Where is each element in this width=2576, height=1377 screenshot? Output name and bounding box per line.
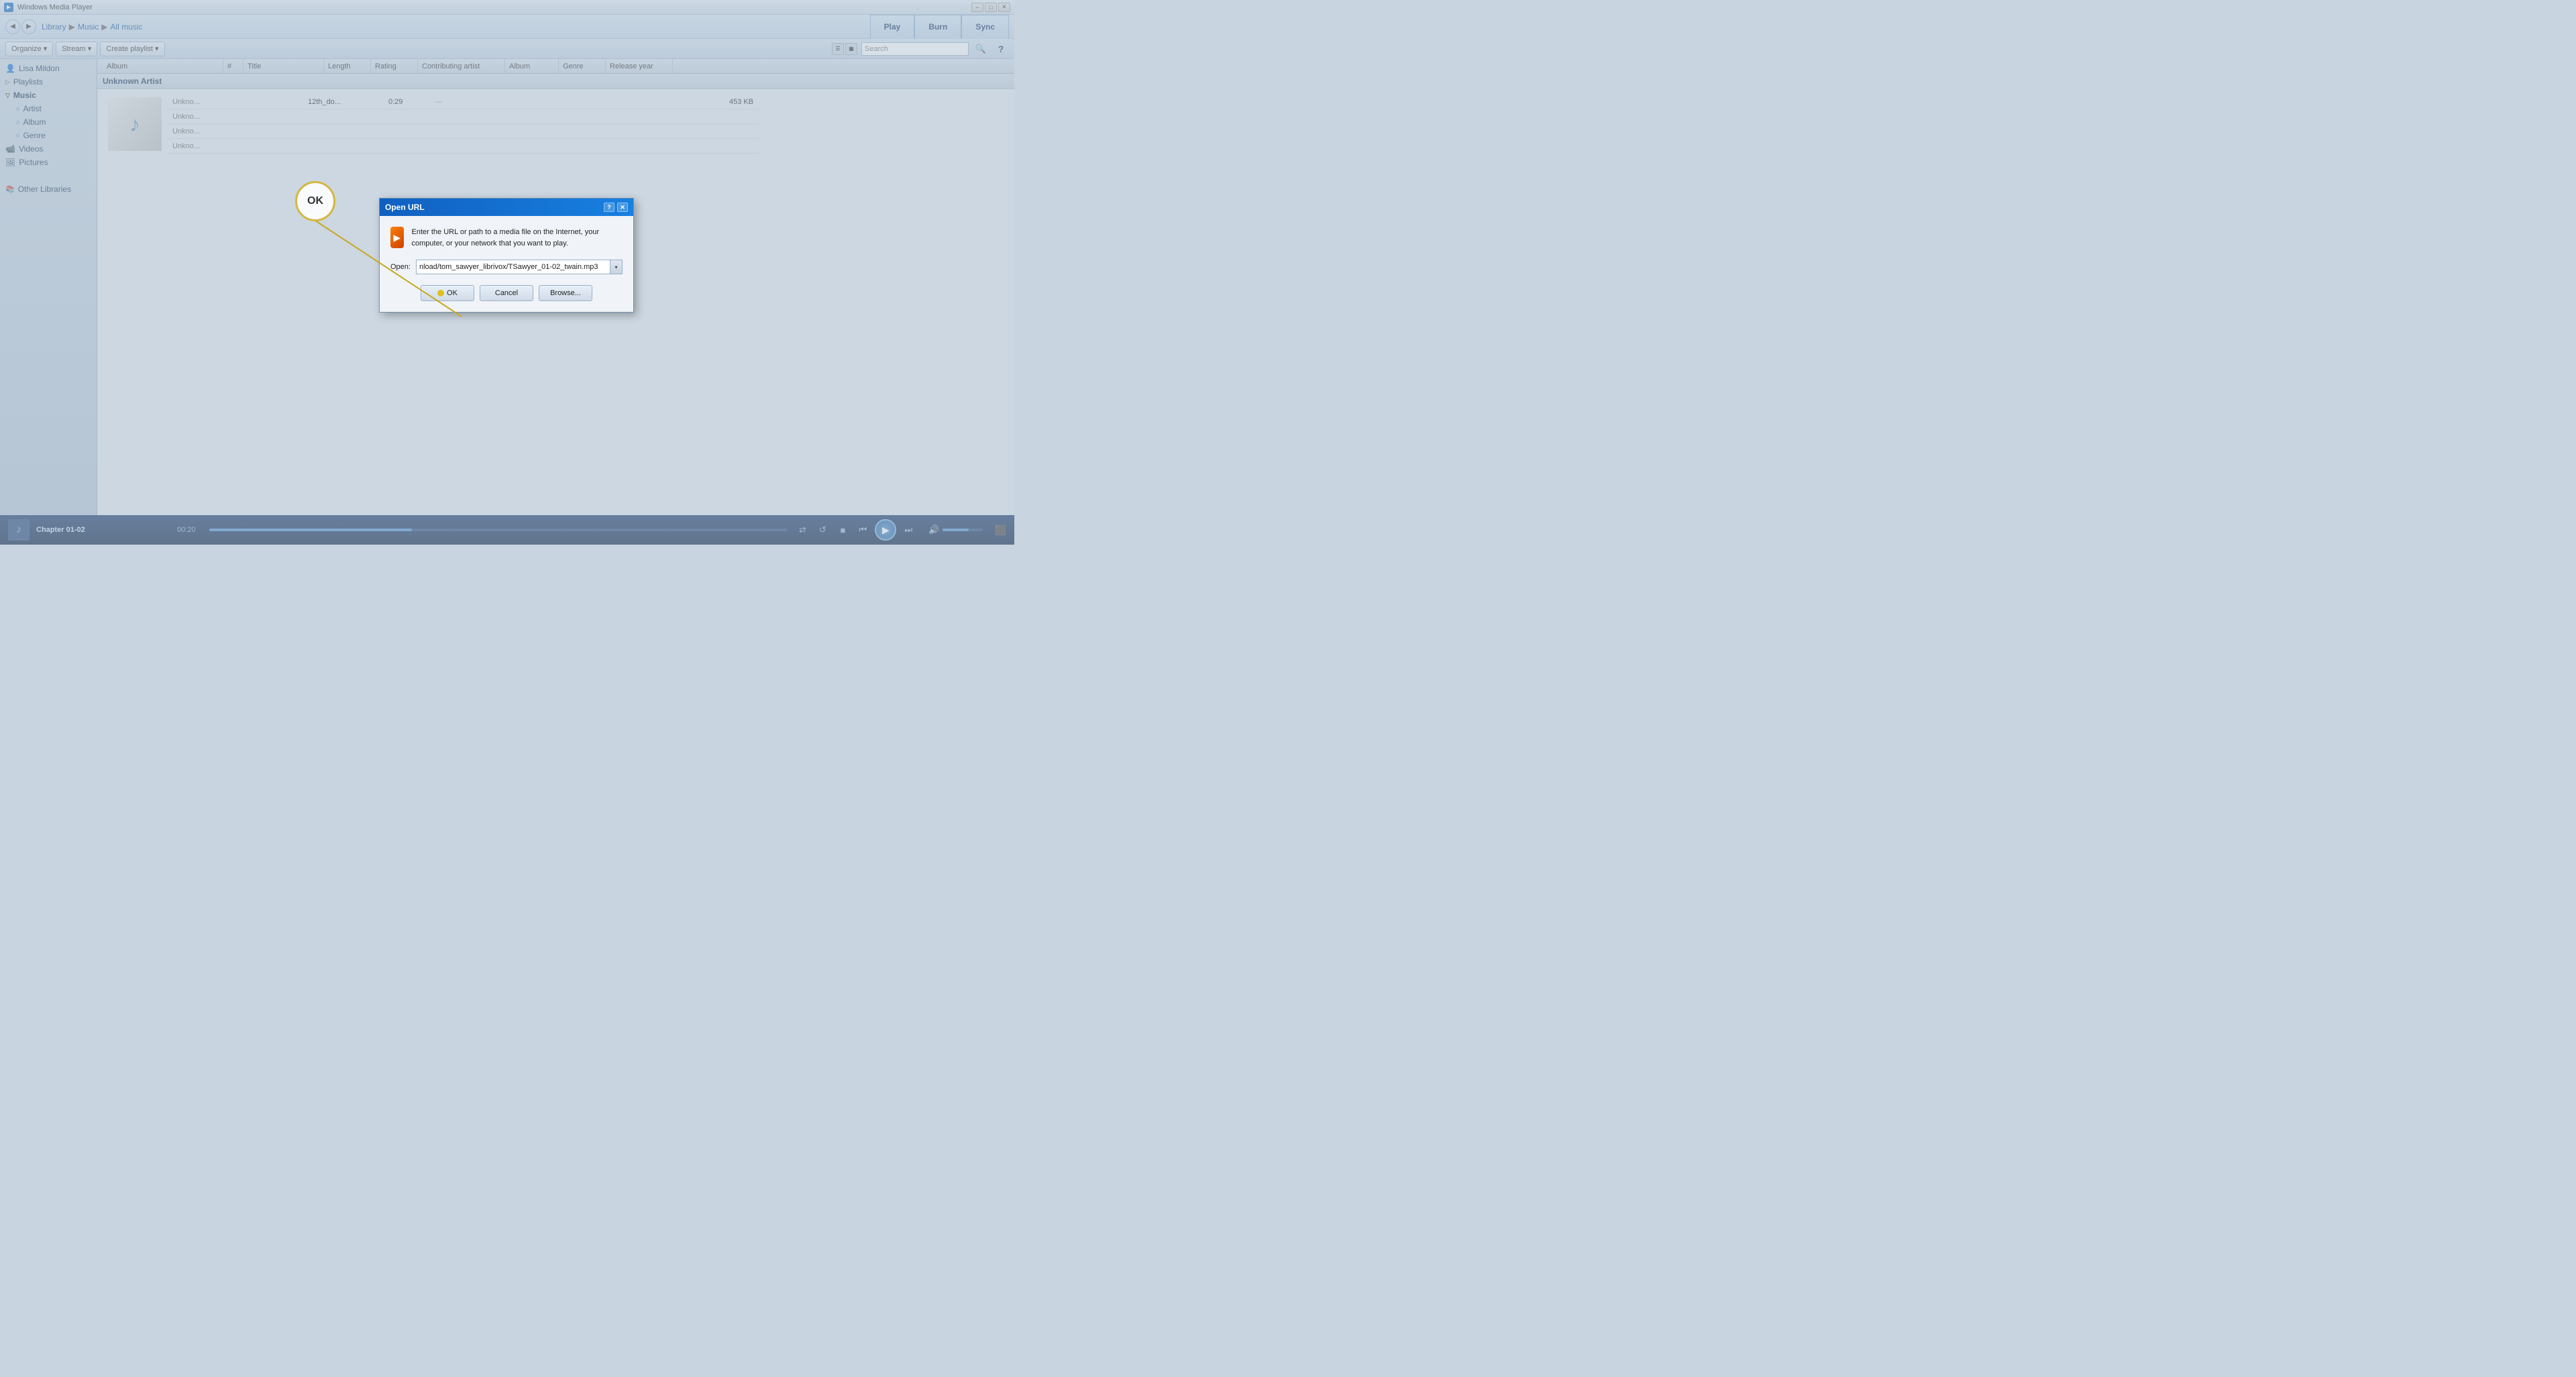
dialog-cancel-button[interactable]: Cancel bbox=[480, 285, 533, 301]
dialog-url-dropdown[interactable]: ▾ bbox=[610, 260, 623, 274]
dialog-message: Enter the URL or path to a media file on… bbox=[412, 227, 623, 249]
dialog-url-input[interactable]: nload/tom_sawyer_librivox/TSawyer_01-02_… bbox=[416, 260, 610, 274]
dialog-help-button[interactable]: ? bbox=[604, 203, 614, 212]
dialog-titlebar: Open URL ? ✕ bbox=[380, 199, 633, 216]
dialog-overlay: OK Open URL ? ✕ ▶ Enter the URL or path … bbox=[0, 0, 1014, 545]
ok-annotation-label: OK bbox=[307, 195, 323, 207]
dialog-body: ▶ Enter the URL or path to a media file … bbox=[380, 216, 633, 312]
dialog-ok-label: OK bbox=[447, 289, 458, 297]
dialog-close-button[interactable]: ✕ bbox=[617, 203, 628, 212]
dialog-title-controls: ? ✕ bbox=[604, 203, 628, 212]
dialog-browse-label: Browse... bbox=[550, 289, 581, 297]
open-url-dialog: Open URL ? ✕ ▶ Enter the URL or path to … bbox=[379, 198, 634, 313]
wmp-icon: ▶ bbox=[390, 227, 404, 248]
dialog-buttons: OK Cancel Browse... bbox=[390, 285, 623, 301]
dialog-message-row: ▶ Enter the URL or path to a media file … bbox=[390, 227, 623, 249]
dialog-url-value: nload/tom_sawyer_librivox/TSawyer_01-02_… bbox=[419, 263, 598, 271]
ok-annotation-circle: OK bbox=[295, 181, 335, 221]
dialog-cancel-label: Cancel bbox=[495, 289, 518, 297]
dialog-browse-button[interactable]: Browse... bbox=[539, 285, 592, 301]
dialog-open-label: Open: bbox=[390, 263, 411, 271]
ok-dot-icon bbox=[437, 290, 444, 296]
dialog-title: Open URL bbox=[385, 203, 425, 212]
dialog-ok-button[interactable]: OK bbox=[421, 285, 474, 301]
dialog-input-row: Open: nload/tom_sawyer_librivox/TSawyer_… bbox=[390, 260, 623, 274]
